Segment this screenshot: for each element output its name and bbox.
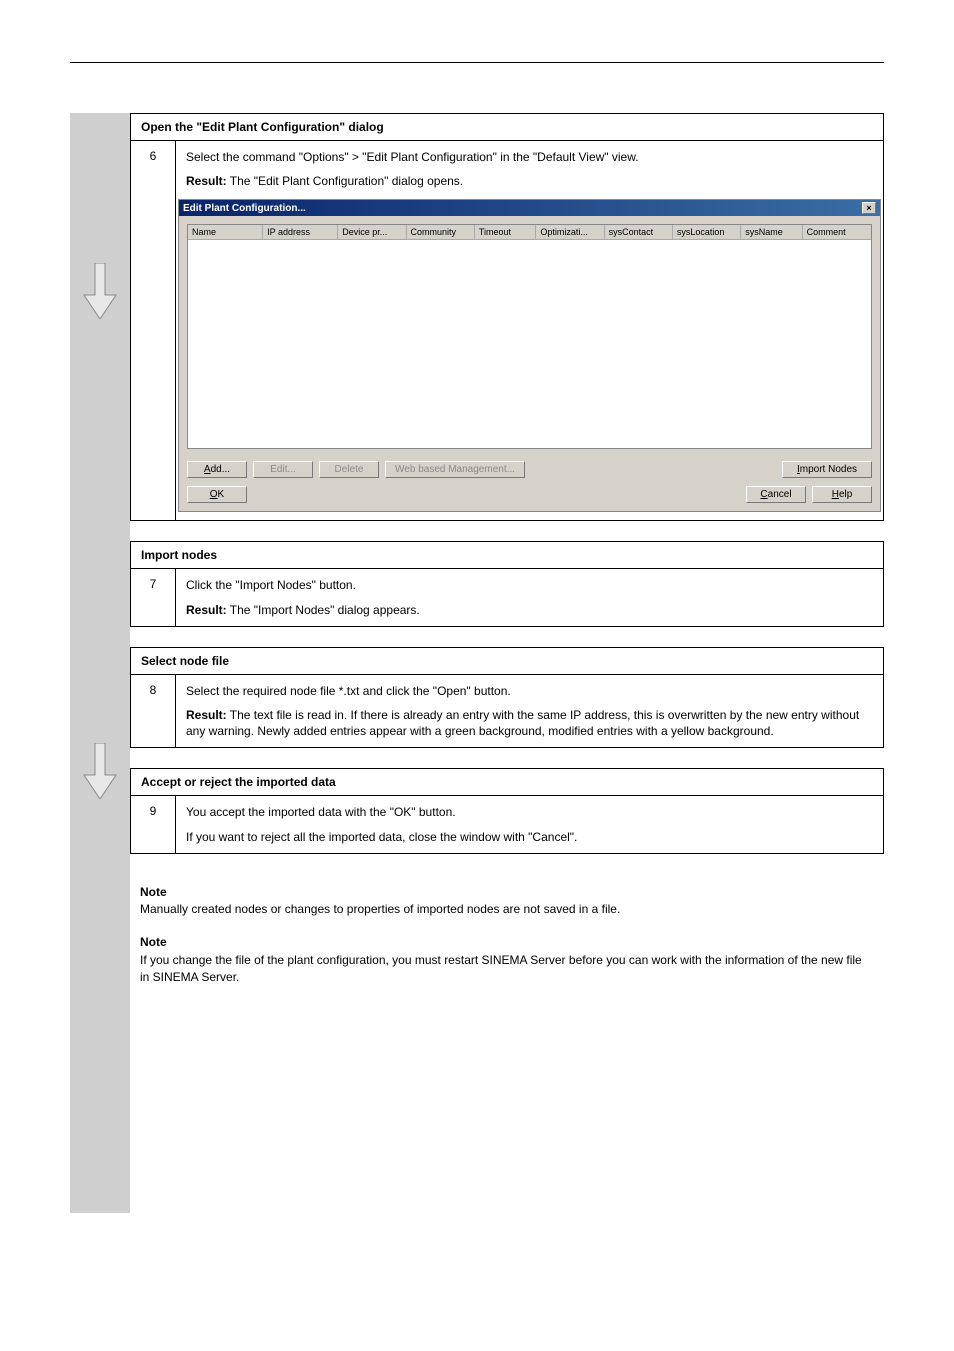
add-label: dd... — [211, 464, 230, 475]
help-button[interactable]: Help — [812, 486, 872, 503]
step-9-body: You accept the imported data with the "O… — [176, 796, 884, 853]
note-2-body: If you change the file of the plant conf… — [140, 953, 862, 984]
step-7-table: Import nodes 7 Click the "Import Nodes" … — [130, 541, 884, 626]
content-column: Open the "Edit Plant Configuration" dial… — [130, 113, 884, 987]
step-7-title: Import nodes — [131, 542, 884, 569]
down-arrow-icon — [82, 263, 118, 319]
note-2-title: Note — [140, 934, 874, 951]
col-ip[interactable]: IP address — [263, 225, 338, 239]
step-9-number: 9 — [131, 796, 176, 853]
dialog-titlebar: Edit Plant Configuration... × — [179, 200, 880, 216]
note-1: Note Manually created nodes or changes t… — [140, 884, 874, 919]
import-nodes-button[interactable]: Import Nodes — [782, 461, 872, 478]
step-7-result-text: The "Import Nodes" dialog appears. — [227, 603, 420, 617]
step-9-para1: You accept the imported data with the "O… — [186, 804, 873, 820]
col-timeout[interactable]: Timeout — [475, 225, 536, 239]
add-button[interactable]: Add... — [187, 461, 247, 478]
step-8-result-text: The text file is read in. If there is al… — [186, 708, 859, 738]
step-7-result: Result: The "Import Nodes" dialog appear… — [186, 602, 873, 618]
delete-button[interactable]: Delete — [319, 461, 379, 478]
col-name[interactable]: Name — [188, 225, 263, 239]
step-6-para1: Select the command "Options" > "Edit Pla… — [186, 149, 873, 165]
edit-button[interactable]: Edit... — [253, 461, 313, 478]
step-7-number: 7 — [131, 569, 176, 626]
col-optimization[interactable]: Optimizati... — [536, 225, 604, 239]
step-8-title: Select node file — [131, 647, 884, 674]
step-6-body: Select the command "Options" > "Edit Pla… — [176, 141, 884, 521]
step-7-para1: Click the "Import Nodes" button. — [186, 577, 873, 593]
down-arrow-icon — [82, 743, 118, 799]
step-6-number: 6 — [131, 141, 176, 521]
note-1-body: Manually created nodes or changes to pro… — [140, 902, 620, 916]
note-1-title: Note — [140, 884, 874, 901]
notes-block: Note Manually created nodes or changes t… — [130, 884, 884, 987]
col-community[interactable]: Community — [407, 225, 475, 239]
col-syscontact[interactable]: sysContact — [605, 225, 673, 239]
note-2: Note If you change the file of the plant… — [140, 934, 874, 986]
col-sysname[interactable]: sysName — [741, 225, 802, 239]
result-label: Result: — [186, 174, 227, 188]
header-rule — [70, 62, 884, 63]
step-9-para2: If you want to reject all the imported d… — [186, 829, 873, 845]
edit-plant-config-dialog: Edit Plant Configuration... × Name IP ad… — [178, 199, 881, 512]
table-header-row: Name IP address Device pr... Community T… — [188, 225, 871, 240]
wbm-button[interactable]: Web based Management... — [385, 461, 525, 478]
step-6-result: Result: The "Edit Plant Configuration" d… — [186, 173, 873, 189]
step-9-table: Accept or reject the imported data 9 You… — [130, 768, 884, 853]
col-device[interactable]: Device pr... — [338, 225, 406, 239]
step-6-result-text: The "Edit Plant Configuration" dialog op… — [227, 174, 463, 188]
dialog-title: Edit Plant Configuration... — [183, 203, 306, 214]
dialog-button-row-2: OK Cancel Help — [179, 486, 880, 511]
cancel-button[interactable]: Cancel — [746, 486, 806, 503]
close-icon[interactable]: × — [862, 202, 876, 214]
dialog-button-row-1: Add... Edit... Delete Web based Manageme… — [179, 457, 880, 486]
step-7-body: Click the "Import Nodes" button. Result:… — [176, 569, 884, 626]
col-comment[interactable]: Comment — [803, 225, 871, 239]
step-8-result: Result: The text file is read in. If the… — [186, 707, 873, 739]
step-8-number: 8 — [131, 674, 176, 748]
step-8-para1: Select the required node file *.txt and … — [186, 683, 873, 699]
page-sidebar — [70, 113, 130, 1213]
col-syslocation[interactable]: sysLocation — [673, 225, 741, 239]
step-9-title: Accept or reject the imported data — [131, 769, 884, 796]
ok-button[interactable]: OK — [187, 486, 247, 503]
result-label: Result: — [186, 603, 227, 617]
step-8-table: Select node file 8 Select the required n… — [130, 647, 884, 749]
step-6-title: Open the "Edit Plant Configuration" dial… — [131, 114, 884, 141]
step-6-table: Open the "Edit Plant Configuration" dial… — [130, 113, 884, 521]
dialog-screenshot: Edit Plant Configuration... × Name IP ad… — [178, 199, 881, 512]
result-label: Result: — [186, 708, 227, 722]
dialog-table: Name IP address Device pr... Community T… — [187, 224, 872, 449]
step-8-body: Select the required node file *.txt and … — [176, 674, 884, 748]
